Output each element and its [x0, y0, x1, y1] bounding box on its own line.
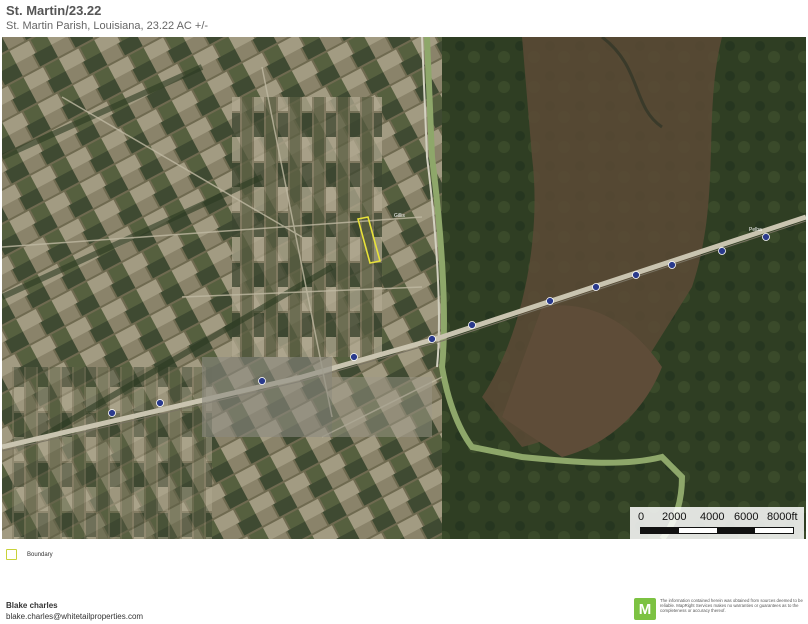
scale-bar-labels: 0 2000 4000 6000 8000ft [638, 511, 798, 523]
scale-label: 6000 [734, 511, 759, 523]
road-label-pelba: Pelba [749, 227, 762, 233]
map-title: St. Martin/23.22 [6, 3, 102, 18]
disclaimer: M The information contained herein was o… [634, 598, 808, 620]
disclaimer-text: The information contained herein was obt… [660, 598, 803, 614]
satellite-map[interactable]: Pelba Gillis 0 2000 4000 6000 8000ft [2, 37, 806, 539]
scale-label: 8000ft [767, 511, 798, 523]
mapright-logo-icon: M [634, 598, 656, 620]
map-subtitle: St. Martin Parish, Louisiana, 23.22 AC +… [6, 20, 209, 32]
map-legend: Boundary [6, 549, 53, 560]
scale-label: 2000 [662, 511, 687, 523]
road-label-gillis: Gillis [394, 213, 405, 219]
scale-label: 0 [638, 511, 645, 523]
legend-label-boundary: Boundary [27, 551, 53, 558]
map-imagery: Pelba Gillis [2, 37, 806, 539]
scale-bar: 0 2000 4000 6000 8000ft [630, 507, 804, 539]
boundary-legend-icon [6, 549, 17, 560]
agent-name: Blake charles [6, 601, 58, 610]
agent-email[interactable]: blake.charles@whitetailproperties.com [6, 611, 143, 622]
scale-bar-graphic [640, 527, 794, 534]
scale-label: 4000 [700, 511, 725, 523]
agent-contact: Blake charles blake.charles@whitetailpro… [6, 600, 143, 622]
